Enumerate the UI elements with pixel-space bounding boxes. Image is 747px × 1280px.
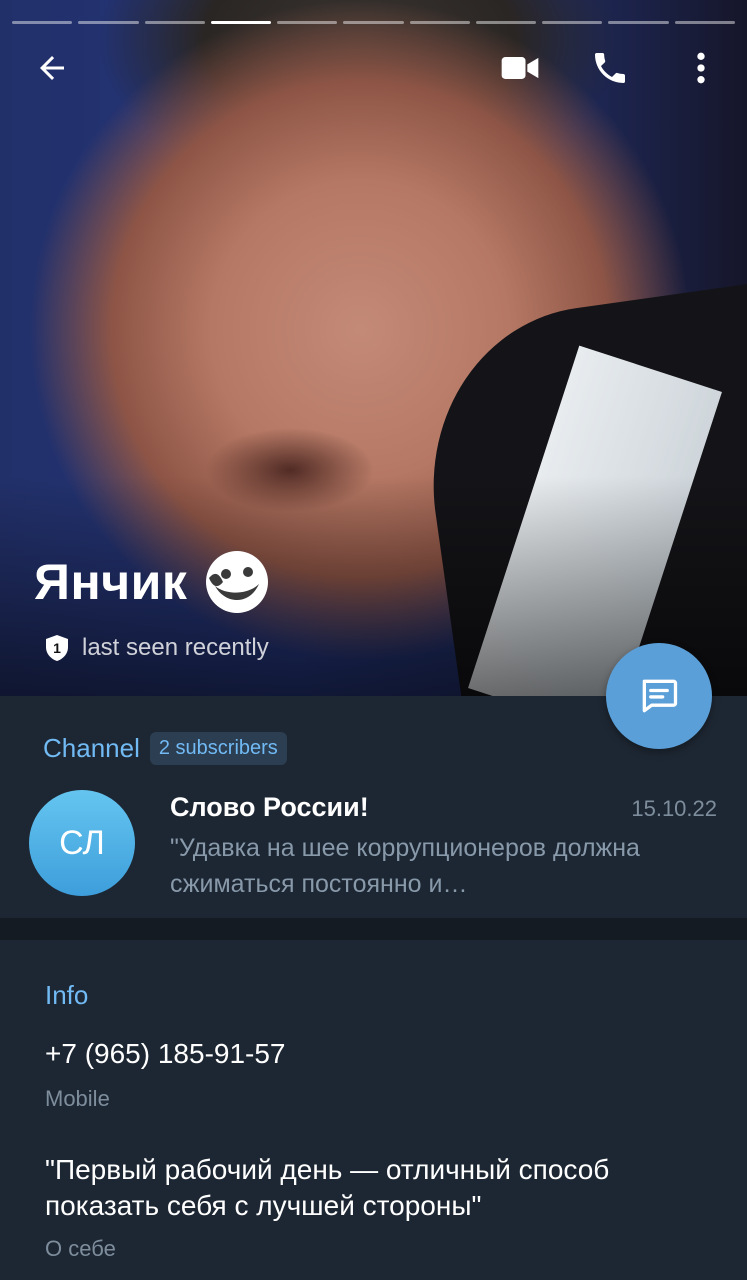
story-progress-bar [475,21,537,24]
channel-message-preview: "Удавка на шее коррупционеров должна сжи… [170,834,640,898]
shield-badge-icon: 1 [46,635,68,661]
story-progress-bar [144,21,205,24]
last-seen-text: last seen recently [82,634,269,661]
story-progress-bar [210,21,272,24]
back-button[interactable] [28,44,76,92]
story-progress-bar [277,21,338,24]
channel-avatar: СЛ [29,790,135,896]
arrow-left-icon [40,56,64,80]
last-seen-row: 1 last seen recently [44,634,269,662]
video-camera-icon [501,57,539,79]
send-message-button[interactable] [606,643,712,749]
info-section: Info +7 (965) 185-91-57 Mobile "Первый р… [0,940,747,1280]
info-title: Info [45,980,89,1010]
story-progress-bar [542,21,603,24]
voice-call-button[interactable] [586,44,634,92]
svg-text:1: 1 [53,640,61,656]
message-icon [642,679,678,713]
channel-header: Channel 2 subscribers [43,732,287,765]
phone-label: Mobile [45,1086,110,1111]
more-menu-button[interactable] [677,44,725,92]
story-progress-bar [343,21,404,24]
profile-name-text: Янчик [34,554,188,610]
emoji-status-icon[interactable] [203,548,271,616]
story-progress-bar [78,21,139,24]
profile-name: Янчик [34,548,271,616]
story-progress-bar [674,21,735,24]
story-progress-bar [608,21,669,24]
more-vertical-icon [697,52,705,84]
story-progress-bars [12,21,735,24]
phone-icon [595,53,625,83]
channel-date: 15.10.22 [631,796,717,821]
bio-label: О себе [45,1236,116,1261]
subscribers-badge: 2 subscribers [149,732,287,765]
channel-list-item[interactable]: СЛ Слово России! 15.10.22 "Удавка на шее… [0,788,747,898]
channel-name: Слово России! [170,792,369,822]
bio-text[interactable]: "Первый рабочий день — отличный способ п… [45,1152,705,1224]
video-call-button[interactable] [496,44,544,92]
story-progress-bar [12,21,73,24]
story-progress-bar [409,21,470,24]
section-divider [0,918,747,940]
phone-number[interactable]: +7 (965) 185-91-57 [45,1038,286,1070]
channel-section-title: Channel [43,733,140,763]
